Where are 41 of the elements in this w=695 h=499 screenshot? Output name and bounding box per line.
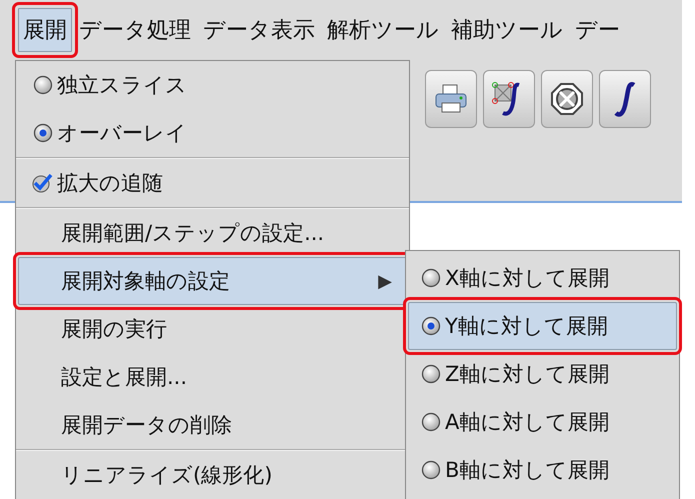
print-button[interactable]	[425, 70, 477, 128]
radio-button[interactable]	[421, 364, 441, 384]
radio-button[interactable]	[421, 268, 441, 288]
menu-item-label: オーバーレイ	[57, 120, 188, 147]
menu-item[interactable]: 展開範囲/ステップの設定...	[18, 209, 407, 257]
menu-item[interactable]: リニアライズ(線形化)	[18, 451, 407, 499]
menu-item-label: X軸に対して展開	[445, 265, 610, 292]
printer-icon	[434, 83, 468, 115]
menu-item[interactable]: 設定と展開...	[18, 353, 407, 401]
menu-item[interactable]: 拡大の追随	[18, 159, 407, 207]
menu-item-label: Z軸に対して展開	[445, 361, 610, 388]
menu-item[interactable]: 展開の実行	[18, 305, 407, 353]
menu-item[interactable]: B軸に対して展開	[408, 446, 677, 494]
menu-item[interactable]: A軸に対して展開	[408, 398, 677, 446]
radio-button[interactable]	[421, 316, 441, 336]
radio-button[interactable]	[421, 460, 441, 480]
checkbox[interactable]	[31, 173, 53, 193]
menu-item[interactable]: 展開データの削除	[18, 401, 407, 449]
menu-item-label: A軸に対して展開	[445, 409, 610, 436]
menu-item-label: B軸に対して展開	[445, 457, 610, 484]
menu-item-label: 拡大の追随	[57, 170, 164, 197]
menu-item[interactable]: X軸に対して展開	[408, 254, 677, 302]
menu-item-label: 展開対象軸の設定	[61, 268, 231, 295]
menu-title[interactable]: デー	[570, 8, 625, 52]
menu-title[interactable]: データ表示	[198, 8, 320, 52]
submenu-arrow-icon: ▶	[378, 270, 392, 292]
menu-item[interactable]: 独立スライス	[18, 61, 407, 109]
stop-icon	[550, 82, 584, 116]
integral-grid-button[interactable]	[483, 70, 535, 128]
menu-item-label: 独立スライス	[57, 72, 188, 99]
menu-item[interactable]: Z軸に対して展開	[408, 350, 677, 398]
radio-button[interactable]	[33, 123, 53, 143]
radio-button[interactable]	[421, 412, 441, 432]
integral-button[interactable]	[599, 70, 651, 128]
menu-item-label: Y軸に対して展開	[445, 313, 609, 340]
menu-title[interactable]: 補助ツール	[446, 8, 568, 52]
menu-item[interactable]: オーバーレイ	[18, 109, 407, 157]
menu-title[interactable]: 解析ツール	[322, 8, 444, 52]
radio-button[interactable]	[33, 75, 53, 95]
stop-button[interactable]	[541, 70, 593, 128]
menu-title[interactable]: データ処理	[74, 8, 196, 52]
